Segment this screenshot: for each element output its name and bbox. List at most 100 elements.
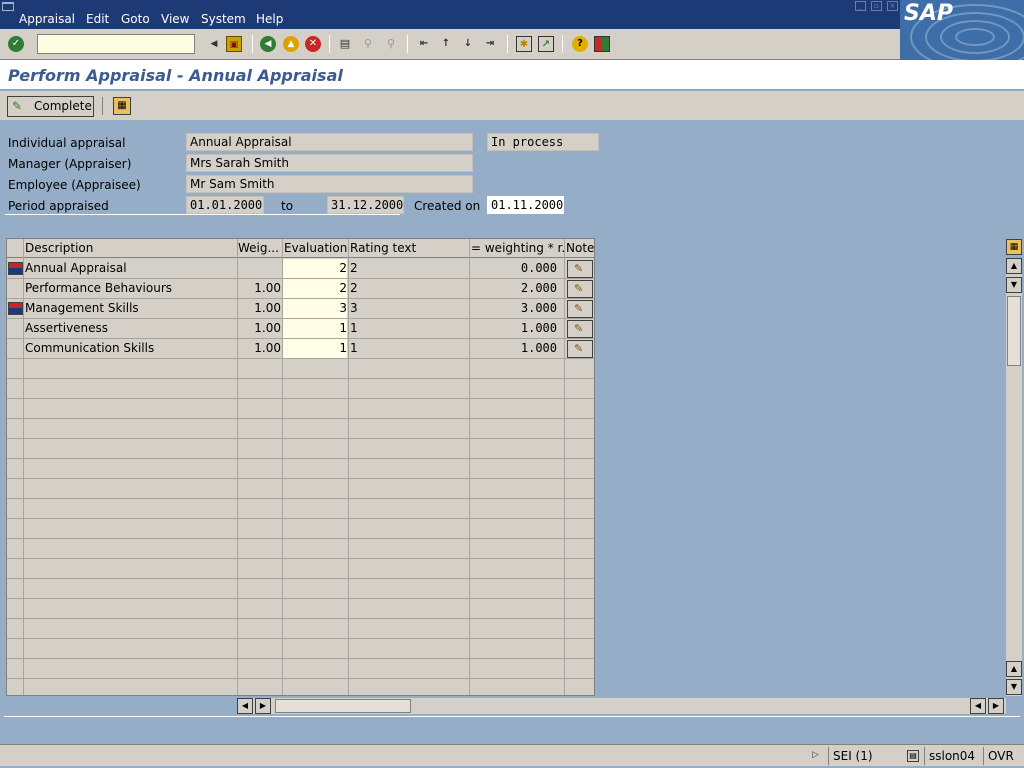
restore-icon[interactable]: ▫: [871, 1, 882, 11]
status-server: sslon04: [924, 747, 982, 765]
column-header-description[interactable]: Description: [25, 241, 93, 255]
period-from-field: 01.01.2000: [186, 196, 264, 214]
tree-node-icon[interactable]: [8, 302, 23, 315]
row-rating-text: 1: [350, 341, 358, 355]
last-page-icon[interactable]: ⇥: [482, 36, 498, 52]
menu-bar: Appraisal Edit Goto View System Help _ ▫…: [0, 0, 1024, 29]
column-header-weighted-rating[interactable]: = weighting * r...: [471, 241, 564, 255]
note-button[interactable]: ✎: [567, 300, 593, 318]
column-header-weighting[interactable]: Weig...: [238, 241, 279, 255]
period-label: Period appraised: [8, 199, 109, 213]
cancel-icon[interactable]: ✕: [305, 36, 321, 52]
row-weighted-rating: 1.000: [520, 321, 557, 335]
employee-field: Mr Sam Smith: [186, 175, 473, 193]
scroll-page-down-icon[interactable]: ▼: [1006, 679, 1022, 695]
manager-field: Mrs Sarah Smith: [186, 154, 473, 172]
row-evaluation[interactable]: 2: [283, 279, 347, 298]
row-evaluation[interactable]: 2: [283, 259, 347, 278]
status-mode[interactable]: OVR: [983, 747, 1021, 765]
row-evaluation[interactable]: 1: [283, 319, 347, 338]
print-icon[interactable]: ▤: [337, 36, 353, 52]
scroll-left-icon[interactable]: ◀: [237, 698, 253, 714]
table-settings-icon[interactable]: ▦: [113, 97, 131, 115]
vertical-scroll-thumb[interactable]: [1007, 296, 1021, 366]
scroll-up-icon[interactable]: ▲: [1006, 258, 1022, 274]
scroll-far-left-icon[interactable]: ◀: [970, 698, 986, 714]
row-weighting: 1.00: [254, 301, 281, 315]
complete-button-label: Complete: [34, 99, 92, 113]
complete-icon: ✎: [12, 99, 23, 113]
row-description: Assertiveness: [25, 321, 109, 335]
enter-icon[interactable]: ✓: [8, 36, 24, 52]
application-toolbar: ✎ Complete ▦: [0, 91, 1024, 120]
note-button[interactable]: ✎: [567, 320, 593, 338]
column-header-note[interactable]: Note: [566, 241, 594, 255]
created-on-field: 01.11.2000: [487, 196, 564, 214]
status-expand-icon[interactable]: ▷: [812, 749, 822, 761]
back-icon[interactable]: ◀: [260, 36, 276, 52]
individual-appraisal-field: Annual Appraisal: [186, 133, 473, 151]
scroll-page-up-icon[interactable]: ▲: [1006, 661, 1022, 677]
note-button[interactable]: ✎: [567, 260, 593, 278]
individual-appraisal-label: Individual appraisal: [8, 136, 126, 150]
horizontal-scrollbar[interactable]: ◀ ▶ ◀ ▶: [237, 698, 1006, 714]
note-pencil-icon: ✎: [574, 302, 584, 315]
find-next-icon[interactable]: ⚲: [383, 36, 399, 52]
next-page-icon[interactable]: ↓: [460, 36, 476, 52]
tree-node-icon[interactable]: [8, 262, 23, 275]
status-bar: ▷ SEI (1) (720) ▤ sslon04 OVR: [0, 744, 1024, 768]
exit-icon[interactable]: ▲: [283, 36, 299, 52]
shortcut-icon[interactable]: ↗: [538, 36, 554, 52]
note-button[interactable]: ✎: [567, 340, 593, 358]
row-description: Management Skills: [25, 301, 139, 315]
command-field[interactable]: [37, 34, 195, 54]
scroll-right-icon[interactable]: ▶: [255, 698, 271, 714]
appraisal-table: Description Weig... Evaluation Rating te…: [6, 238, 595, 696]
column-header-rating-text[interactable]: Rating text: [350, 241, 416, 255]
row-weighted-rating: 3.000: [520, 301, 557, 315]
manager-label: Manager (Appraiser): [8, 157, 132, 171]
status-field: In process: [487, 133, 599, 151]
find-icon[interactable]: ⚲: [360, 36, 376, 52]
menu-goto[interactable]: Goto: [121, 12, 150, 26]
row-rating-text: 3: [350, 301, 358, 315]
status-system: SEI (1) (720): [828, 747, 906, 768]
menu-view[interactable]: View: [161, 12, 189, 26]
help-icon[interactable]: ?: [572, 36, 588, 52]
complete-button[interactable]: ✎ Complete: [7, 96, 94, 117]
vertical-scrollbar[interactable]: ▲ ▼ ▲ ▼: [1006, 258, 1022, 696]
row-description: Performance Behaviours: [25, 281, 172, 295]
period-to-field: 31.12.2000: [327, 196, 404, 214]
row-evaluation[interactable]: 3: [283, 299, 347, 318]
minimize-icon[interactable]: _: [855, 1, 866, 11]
row-evaluation[interactable]: 1: [283, 339, 347, 358]
note-pencil-icon: ✎: [574, 262, 584, 275]
row-rating-text: 2: [350, 281, 358, 295]
row-description: Communication Skills: [25, 341, 155, 355]
first-page-icon[interactable]: ⇤: [416, 36, 432, 52]
menu-system[interactable]: System: [201, 12, 246, 26]
scroll-far-right-icon[interactable]: ▶: [988, 698, 1004, 714]
save-icon[interactable]: ▣: [226, 36, 242, 52]
scroll-down-icon[interactable]: ▼: [1006, 277, 1022, 293]
close-icon[interactable]: ×: [887, 1, 898, 11]
layout-icon[interactable]: [594, 36, 610, 52]
create-session-icon[interactable]: ✱: [516, 36, 532, 52]
column-settings-icon[interactable]: ▦: [1006, 239, 1022, 255]
previous-page-icon[interactable]: ↑: [438, 36, 454, 52]
title-bar: Perform Appraisal - Annual Appraisal: [0, 60, 1024, 90]
window-menu-icon[interactable]: [2, 2, 14, 11]
row-rating-text: 2: [350, 261, 358, 275]
menu-help[interactable]: Help: [256, 12, 283, 26]
column-header-evaluation[interactable]: Evaluation: [284, 241, 347, 255]
horizontal-scroll-thumb[interactable]: [275, 699, 411, 713]
row-weighted-rating: 2.000: [520, 281, 557, 295]
row-weighting: 1.00: [254, 281, 281, 295]
menu-appraisal[interactable]: Appraisal: [19, 12, 75, 26]
system-info-icon[interactable]: ▤: [907, 750, 919, 762]
menu-edit[interactable]: Edit: [86, 12, 109, 26]
page-title: Perform Appraisal - Annual Appraisal: [8, 66, 343, 85]
row-weighted-rating: 0.000: [520, 261, 557, 275]
note-button[interactable]: ✎: [567, 280, 593, 298]
command-field-collapse-icon[interactable]: ◀: [206, 36, 222, 52]
